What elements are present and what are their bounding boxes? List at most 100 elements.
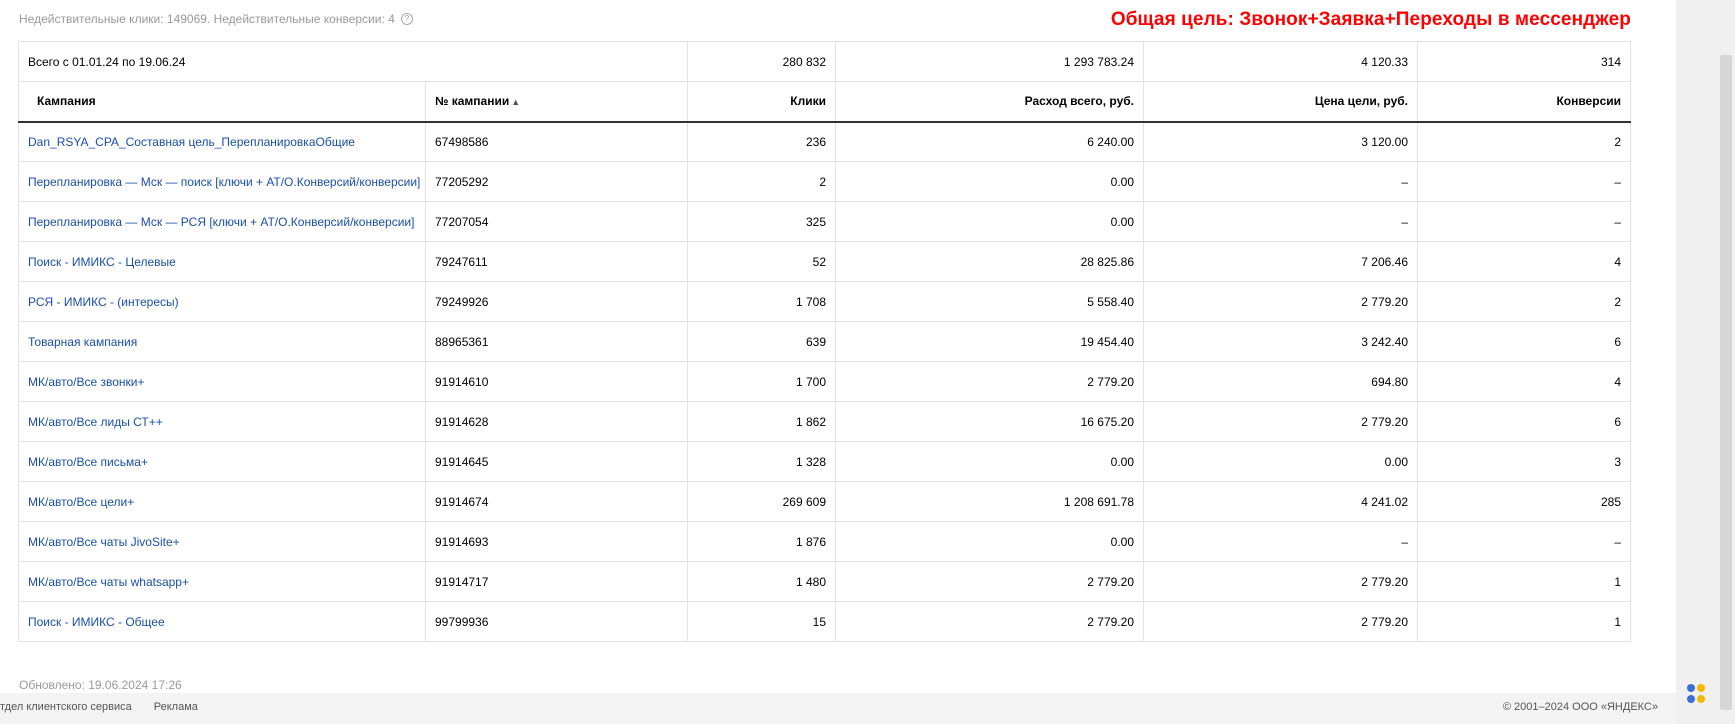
campaign-id: 79249926 <box>425 281 688 322</box>
clicks-value: 1 700 <box>687 361 836 402</box>
table-row: МК/авто/Все звонки+ 91914610 1 700 2 779.20… <box>18 361 1631 402</box>
conversions-value: 1 <box>1417 601 1631 642</box>
assistant-widget-icon[interactable] <box>1687 684 1709 708</box>
campaign-link[interactable]: Поиск - ИМИКС - Целевые <box>28 255 176 269</box>
invalid-clicks-note: Недействительные клики: 149069. Недейств… <box>19 12 413 26</box>
campaign-link[interactable]: РСЯ - ИМИКС - (интересы) <box>28 295 179 309</box>
footer-link-ads[interactable]: Реклама <box>154 701 198 713</box>
copyright: © 2001–2024 ООО «ЯНДЕКС» <box>1502 701 1658 713</box>
goal-price-value: 3 242.40 <box>1143 321 1418 362</box>
header-goal-price[interactable]: Цена цели, руб. <box>1143 81 1418 123</box>
campaign-cell: Поиск - ИМИКС - Целевые <box>18 241 426 282</box>
clicks-value: 1 708 <box>687 281 836 322</box>
total-spend: 1 293 783.24 <box>835 41 1144 82</box>
campaign-cell: МК/авто/Все чаты JivoSite+ <box>18 521 426 562</box>
campaign-link[interactable]: МК/авто/Все чаты whatsapp+ <box>28 575 189 589</box>
clicks-value: 2 <box>687 161 836 202</box>
goal-price-value: 7 206.46 <box>1143 241 1418 282</box>
campaign-cell: Поиск - ИМИКС - Общее <box>18 601 426 642</box>
campaign-cell: МК/авто/Все цели+ <box>18 481 426 522</box>
goal-title: Общая цель: Звонок+Заявка+Переходы в мес… <box>1110 9 1631 30</box>
table-row: Перепланировка — Мск — поиск [ключи + АТ… <box>18 161 1631 202</box>
campaign-id: 91914674 <box>425 481 688 522</box>
campaign-link[interactable]: Dan_RSYA_CPA_Составная цель_Перепланиров… <box>28 135 355 149</box>
campaign-cell: РСЯ - ИМИКС - (интересы) <box>18 281 426 322</box>
campaign-id: 91914610 <box>425 361 688 402</box>
goal-price-value: – <box>1143 521 1418 562</box>
campaign-link[interactable]: МК/авто/Все письма+ <box>28 455 148 469</box>
clicks-value: 1 480 <box>687 561 836 602</box>
table-body: Dan_RSYA_CPA_Составная цель_Перепланиров… <box>18 121 1631 642</box>
table-row: Dan_RSYA_CPA_Составная цель_Перепланиров… <box>18 121 1631 162</box>
campaign-link[interactable]: Перепланировка — Мск — поиск [ключи + АТ… <box>28 175 420 189</box>
table-row: Поиск - ИМИКС - Целевые 79247611 52 28 825.… <box>18 241 1631 282</box>
conversions-value: 6 <box>1417 321 1631 362</box>
conversions-value: 6 <box>1417 401 1631 442</box>
total-goal-price: 4 120.33 <box>1143 41 1418 82</box>
goal-price-value: 2 779.20 <box>1143 561 1418 602</box>
campaign-id: 91914717 <box>425 561 688 602</box>
table-row: Поиск - ИМИКС - Общее 99799936 15 2 779.20 2… <box>18 601 1631 642</box>
campaign-cell: Перепланировка — Мск — РСЯ [ключи + АТ/О… <box>18 201 426 242</box>
goal-price-value: 694.80 <box>1143 361 1418 402</box>
header-spend[interactable]: Расход всего, руб. <box>835 81 1144 123</box>
spend-value: 19 454.40 <box>835 321 1144 362</box>
campaign-id: 91914645 <box>425 441 688 482</box>
campaign-cell: МК/авто/Все письма+ <box>18 441 426 482</box>
footer-links: тдел клиентского сервиса Реклама <box>0 701 198 713</box>
clicks-value: 52 <box>687 241 836 282</box>
conversions-value: – <box>1417 201 1631 242</box>
campaign-link[interactable]: МК/авто/Все лиды СТ++ <box>28 415 163 429</box>
campaign-link[interactable]: МК/авто/Все звонки+ <box>28 375 145 389</box>
conversions-value: 285 <box>1417 481 1631 522</box>
footer-link-support[interactable]: тдел клиентского сервиса <box>0 701 132 713</box>
conversions-value: – <box>1417 521 1631 562</box>
table-row: МК/авто/Все чаты JivoSite+ 91914693 1 876 0… <box>18 521 1631 562</box>
goal-price-value: – <box>1143 201 1418 242</box>
campaign-id: 67498586 <box>425 121 688 162</box>
campaign-link[interactable]: МК/авто/Все цели+ <box>28 495 134 509</box>
campaign-link[interactable]: Перепланировка — Мск — РСЯ [ключи + АТ/О… <box>28 215 414 229</box>
conversions-value: 3 <box>1417 441 1631 482</box>
table-row: МК/авто/Все письма+ 91914645 1 328 0.00 0.00… <box>18 441 1631 482</box>
conversions-value: 1 <box>1417 561 1631 602</box>
sort-asc-icon: ▲ <box>511 97 521 108</box>
scrollbar-thumb[interactable] <box>1720 55 1732 710</box>
spend-value: 28 825.86 <box>835 241 1144 282</box>
campaign-link[interactable]: Товарная кампания <box>28 335 137 349</box>
goal-price-value: 2 779.20 <box>1143 401 1418 442</box>
updated-timestamp: Обновлено: 19.06.2024 17:26 <box>19 678 182 692</box>
campaign-stats-table: Всего с 01.01.24 по 19.06.24 280 832 1 2… <box>18 41 1631 642</box>
spend-value: 6 240.00 <box>835 121 1144 162</box>
campaign-link[interactable]: Поиск - ИМИКС - Общее <box>28 615 165 629</box>
report-page: Недействительные клики: 149069. Недейств… <box>0 0 1676 724</box>
spend-value: 2 779.20 <box>835 601 1144 642</box>
campaign-id: 91914693 <box>425 521 688 562</box>
spend-value: 2 779.20 <box>835 361 1144 402</box>
conversions-value: – <box>1417 161 1631 202</box>
table-row: МК/авто/Все лиды СТ++ 91914628 1 862 16 675… <box>18 401 1631 442</box>
invalid-clicks-text: Недействительные клики: 149069. Недейств… <box>19 12 395 26</box>
table-row: Товарная кампания 88965361 639 19 454.40 3 2… <box>18 321 1631 362</box>
header-clicks[interactable]: Клики <box>687 81 836 123</box>
header-conversions[interactable]: Конверсии <box>1417 81 1631 123</box>
campaign-cell: МК/авто/Все звонки+ <box>18 361 426 402</box>
footer: тдел клиентского сервиса Реклама © 2001–… <box>0 693 1676 724</box>
conversions-value: 2 <box>1417 281 1631 322</box>
header-row: Кампания № кампании ▲ Клики Расход всего,… <box>18 81 1631 123</box>
header-campaign-id[interactable]: № кампании ▲ <box>425 81 688 123</box>
header-campaign[interactable]: Кампания <box>18 81 426 123</box>
clicks-value: 1 328 <box>687 441 836 482</box>
campaign-link[interactable]: МК/авто/Все чаты JivoSite+ <box>28 535 180 549</box>
table-row: МК/авто/Все цели+ 91914674 269 609 1 208 69… <box>18 481 1631 522</box>
spend-value: 2 779.20 <box>835 561 1144 602</box>
header-campaign-id-label: № кампании <box>435 94 510 109</box>
spend-value: 0.00 <box>835 161 1144 202</box>
goal-price-value: 2 779.20 <box>1143 601 1418 642</box>
goal-price-value: 3 120.00 <box>1143 121 1418 162</box>
table-row: МК/авто/Все чаты whatsapp+ 91914717 1 480 2… <box>18 561 1631 602</box>
help-icon[interactable]: ? <box>400 13 413 25</box>
spend-value: 0.00 <box>835 201 1144 242</box>
total-label: Всего с 01.01.24 по 19.06.24 <box>18 41 688 82</box>
campaign-id: 88965361 <box>425 321 688 362</box>
